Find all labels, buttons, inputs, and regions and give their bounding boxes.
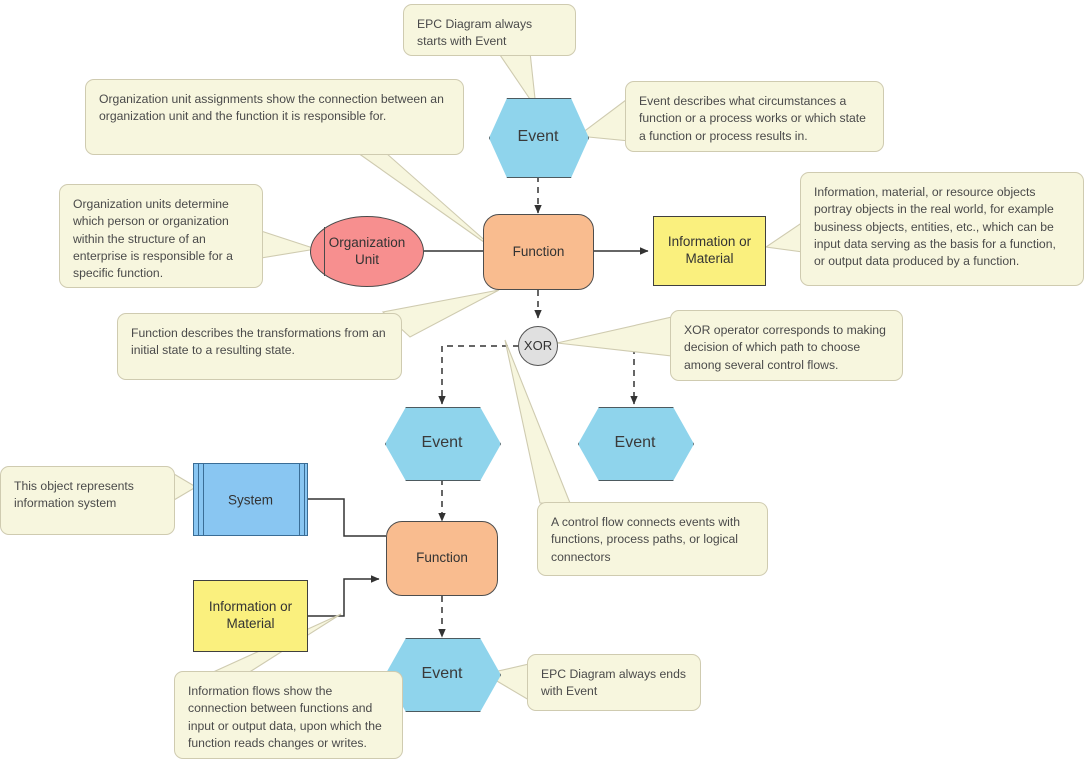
callout-xor-operator: XOR operator corresponds to making decis… [670,310,903,381]
node-function-top[interactable]: Function [483,214,594,290]
node-event-branch-left[interactable]: Event [385,407,501,481]
callout-end-event-text: EPC Diagram always ends with Event [541,667,686,699]
callout-tail-org-units [260,230,317,259]
callout-system-object-text: This object represents information syste… [14,479,134,511]
callout-start-event: EPC Diagram always starts with Event [403,4,576,56]
node-function-bottom[interactable]: Function [386,521,498,596]
node-event-branch-right[interactable]: Event [578,407,694,481]
callout-control-flow: A control flow connects events with func… [537,502,768,576]
callout-information-flows: Information flows show the connection be… [174,671,403,759]
edge-material-to-function [308,575,380,617]
callout-system-object: This object represents information syste… [0,466,175,535]
callout-end-event: EPC Diagram always ends with Event [527,654,701,711]
node-material-bottom-label: Information or Material [208,599,293,631]
node-function-top-label: Function [512,243,565,259]
node-organization-unit[interactable]: Organization Unit [310,216,424,287]
epc-diagram-canvas: Event Organization Unit Function Informa… [0,0,1087,761]
node-xor-connector[interactable]: XOR [518,326,558,366]
callout-information-flows-text: Information flows show the connection be… [188,684,382,750]
callout-event-describes-text: Event describes what circumstances a fun… [639,94,866,143]
callout-org-assignment: Organization unit assignments show the c… [85,79,464,155]
node-organization-unit-label: Organization Unit [328,234,406,267]
node-material-top[interactable]: Information or Material [653,216,766,286]
node-system[interactable]: System [193,463,308,536]
callout-org-assignment-text: Organization unit assignments show the c… [99,92,444,124]
callout-xor-operator-text: XOR operator corresponds to making decis… [684,323,886,372]
callout-information-material: Information, material, or resource objec… [800,172,1084,286]
callout-org-units: Organization units determine which perso… [59,184,263,288]
callout-org-units-text: Organization units determine which perso… [73,197,233,281]
node-system-label: System [227,492,273,507]
callout-event-describes: Event describes what circumstances a fun… [625,81,884,152]
callout-function-describes-text: Function describes the transformations f… [131,326,386,358]
edge-xor-to-left-event [438,345,519,405]
callout-function-describes: Function describes the transformations f… [117,313,402,380]
node-event-start[interactable]: Event [489,98,589,178]
node-event-branch-right-label: Event [614,434,656,451]
node-material-top-label: Information or Material [667,234,752,266]
callout-tail-xor-operator [556,316,673,357]
edge-system-to-function [308,498,386,537]
node-xor-label: XOR [523,337,553,353]
node-event-branch-left-label: Event [421,434,463,451]
callout-tail-information-material [764,220,804,253]
callout-start-event-text: EPC Diagram always starts with Event [417,17,533,49]
node-material-bottom[interactable]: Information or Material [193,580,308,652]
organization-unit-divider [324,226,325,277]
node-function-bottom-label: Function [416,550,468,566]
node-event-start-label: Event [517,128,559,145]
callout-information-material-text: Information, material, or resource objec… [814,185,1056,269]
callout-control-flow-text: A control flow connects events with func… [551,515,741,564]
